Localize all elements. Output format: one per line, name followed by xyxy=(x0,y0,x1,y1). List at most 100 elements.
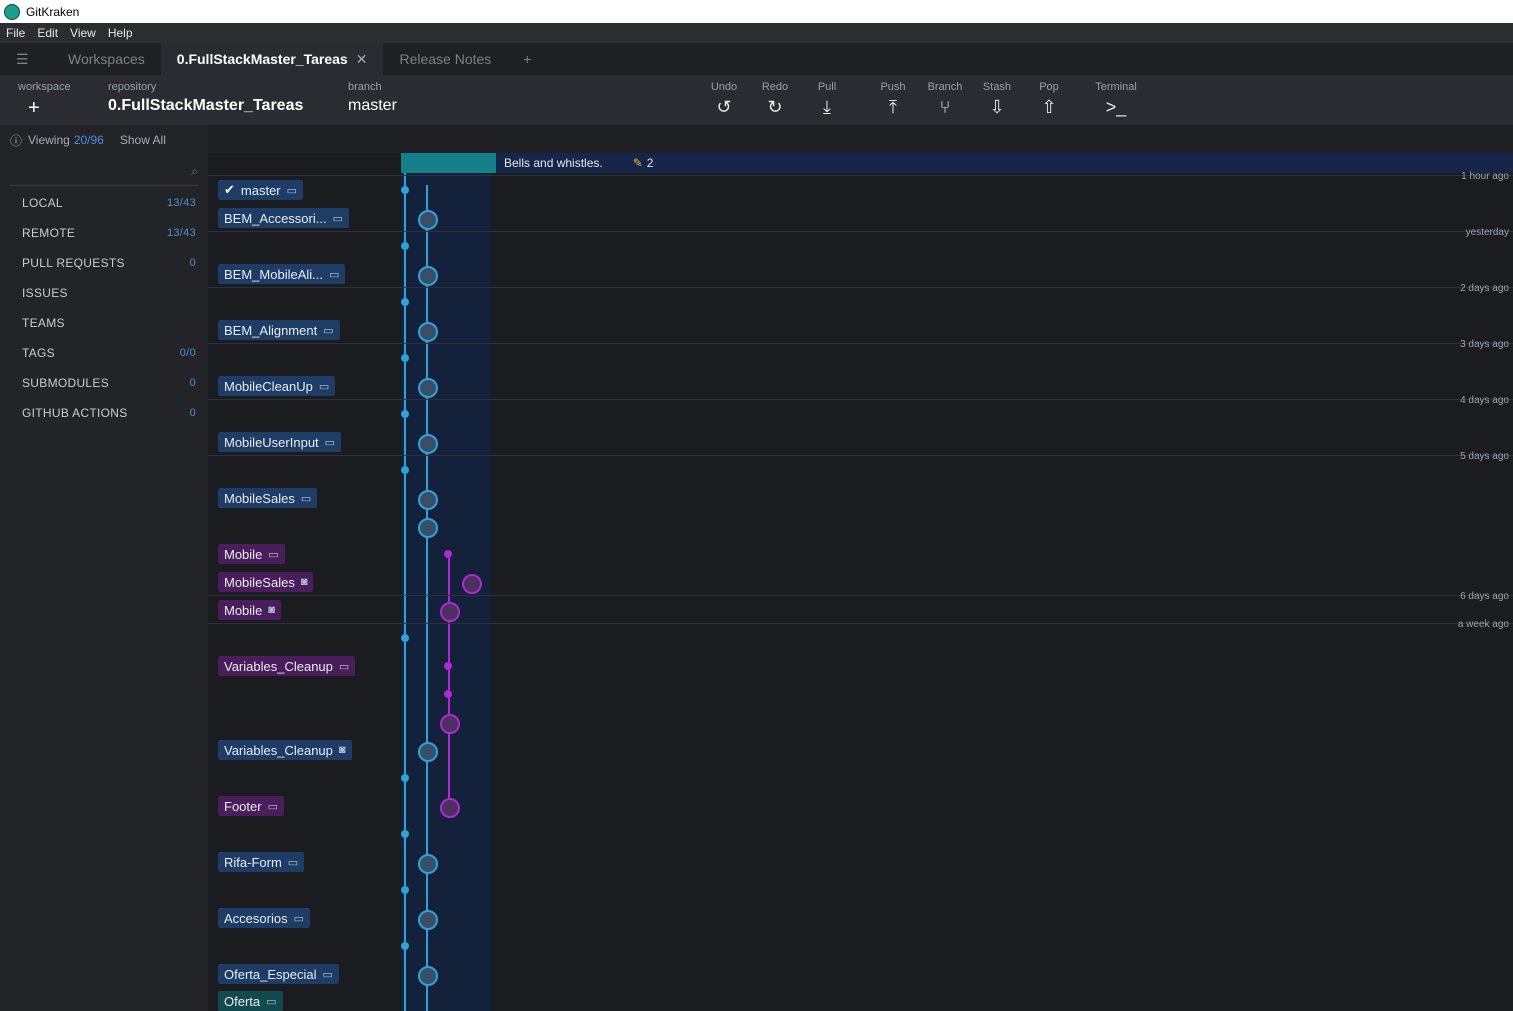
tab-menu-icon[interactable]: ☰ xyxy=(0,43,52,75)
branch-label[interactable]: MobileUserInput ▭ xyxy=(218,432,342,452)
merge-dot[interactable] xyxy=(444,662,452,670)
new-tab-icon[interactable]: + xyxy=(507,43,547,75)
branch-name: master xyxy=(240,182,281,198)
commit-node[interactable] xyxy=(418,378,438,398)
sidebar-filter[interactable]: ⌕ xyxy=(10,157,198,186)
sidebar-section-issues[interactable]: ISSUES xyxy=(0,278,208,308)
branch-label[interactable]: BEM_MobileAli... ▭ xyxy=(218,264,346,284)
show-all-link[interactable]: Show All xyxy=(120,133,166,147)
terminal-label: Terminal xyxy=(1095,81,1137,93)
commit-node[interactable] xyxy=(418,210,438,230)
tab-repo[interactable]: 0.FullStackMaster_Tareas ✕ xyxy=(160,43,384,75)
commit-node[interactable] xyxy=(440,714,460,734)
branch-label[interactable]: Variables_Cleanup ◙ xyxy=(218,740,352,760)
sidebar-section-local[interactable]: LOCAL 13/43 xyxy=(0,188,208,218)
viewing-count: 20/96 xyxy=(73,133,104,147)
merge-dot[interactable] xyxy=(401,942,409,950)
merge-dot[interactable] xyxy=(444,550,452,558)
branch-label: branch xyxy=(348,81,382,93)
redo-icon: ↻ xyxy=(767,97,783,117)
sidebar-section-tags[interactable]: TAGS 0/0 xyxy=(0,338,208,368)
stash-button[interactable]: Stash ⇩ xyxy=(975,81,1019,118)
branch-name: MobileCleanUp xyxy=(224,378,313,394)
merge-dot[interactable] xyxy=(401,774,409,782)
commit-node[interactable] xyxy=(418,266,438,286)
sidebar-section-remote[interactable]: REMOTE 13/43 xyxy=(0,218,208,248)
laptop-icon: ▭ xyxy=(268,548,279,561)
menu-view[interactable]: View xyxy=(64,26,102,40)
branch-label[interactable]: Accesorios ▭ xyxy=(218,908,310,928)
merge-dot[interactable] xyxy=(401,298,409,306)
commit-node[interactable] xyxy=(462,574,482,594)
merge-dot[interactable] xyxy=(401,830,409,838)
commit-node[interactable] xyxy=(418,966,438,986)
commit-node[interactable] xyxy=(418,518,438,538)
merge-dot[interactable] xyxy=(444,690,452,698)
day-separator xyxy=(208,343,1513,344)
merge-dot[interactable] xyxy=(401,242,409,250)
repository-selector[interactable]: 0.FullStackMaster_Tareas xyxy=(108,97,303,115)
commit-node[interactable] xyxy=(440,798,460,818)
merge-dot[interactable] xyxy=(401,354,409,362)
branch-label[interactable]: Mobile ◙ xyxy=(218,600,281,620)
terminal-icon: >_ xyxy=(1105,97,1127,117)
merge-dot[interactable] xyxy=(401,634,409,642)
menu-bar: File Edit View Help xyxy=(0,23,1513,43)
branch-label[interactable]: Variables_Cleanup ▭ xyxy=(218,656,356,676)
branch-label[interactable]: Footer ▭ xyxy=(218,796,284,816)
laptop-icon: ▭ xyxy=(324,436,336,449)
branch-label-master[interactable]: ✔ master ▭ xyxy=(218,180,304,200)
pop-button[interactable]: Pop ⇧ xyxy=(1027,81,1071,118)
search-icon: ⌕ xyxy=(191,163,198,178)
tab-release-notes[interactable]: Release Notes xyxy=(383,43,507,75)
terminal-button[interactable]: Terminal >_ xyxy=(1086,81,1146,118)
sidebar-section-teams[interactable]: TEAMS xyxy=(0,308,208,338)
sidebar-section-pull-requests[interactable]: PULL REQUESTS 0 xyxy=(0,248,208,278)
branch-button[interactable]: Branch ⑂ xyxy=(923,81,967,118)
branch-label[interactable]: BEM_Alignment ▭ xyxy=(218,320,340,340)
sidebar-section-submodules[interactable]: SUBMODULES 0 xyxy=(0,368,208,398)
wip-message: Bells and whistles. xyxy=(504,156,603,170)
branch-label[interactable]: MobileSales ▭ xyxy=(218,488,318,508)
push-button[interactable]: Push ⤒ xyxy=(871,81,915,118)
laptop-icon: ▭ xyxy=(323,324,334,337)
merge-dot[interactable] xyxy=(401,886,409,894)
commit-node[interactable] xyxy=(418,742,438,762)
graph-header xyxy=(208,125,1513,153)
close-icon[interactable]: ✕ xyxy=(356,51,368,68)
branch-label[interactable]: Oferta_Especial ▭ xyxy=(218,964,339,984)
time-label: a week ago xyxy=(1457,619,1509,630)
section-count: 13/43 xyxy=(166,227,196,239)
menu-edit[interactable]: Edit xyxy=(31,26,64,40)
title-bar: GitKraken xyxy=(0,0,1513,23)
undo-button[interactable]: Undo ↺ xyxy=(702,81,746,118)
laptop-icon: ▭ xyxy=(322,968,333,981)
sidebar-section-github-actions[interactable]: GITHUB ACTIONS 0 xyxy=(0,398,208,428)
merge-dot[interactable] xyxy=(401,410,409,418)
commit-node[interactable] xyxy=(418,490,438,510)
commit-node[interactable] xyxy=(418,910,438,930)
menu-help[interactable]: Help xyxy=(102,26,139,40)
branch-selector[interactable]: master xyxy=(348,97,397,115)
commit-node[interactable] xyxy=(418,854,438,874)
add-icon[interactable]: + xyxy=(28,97,40,120)
commit-node[interactable] xyxy=(440,602,460,622)
pull-button[interactable]: Pull ⤓ xyxy=(805,81,849,118)
redo-button[interactable]: Redo ↻ xyxy=(753,81,797,118)
branch-label[interactable]: MobileSales ◙ xyxy=(218,572,314,592)
branch-name: Oferta xyxy=(224,993,261,1009)
branch-label[interactable]: Mobile ▭ xyxy=(218,544,285,564)
merge-dot[interactable] xyxy=(401,186,409,194)
commit-node[interactable] xyxy=(418,322,438,342)
branch-label[interactable]: Oferta ▭ xyxy=(218,991,283,1011)
branch-name: Rifa-Form xyxy=(224,854,282,870)
wip-row[interactable]: Bells and whistles. ✎ 2 xyxy=(401,153,1513,173)
merge-dot[interactable] xyxy=(401,466,409,474)
branch-label[interactable]: Rifa-Form ▭ xyxy=(218,852,305,872)
menu-file[interactable]: File xyxy=(0,26,31,40)
branch-label[interactable]: BEM_Accessori... ▭ xyxy=(218,208,349,228)
tab-workspaces[interactable]: Workspaces xyxy=(52,43,161,75)
tab-label: Release Notes xyxy=(399,51,492,67)
commit-node[interactable] xyxy=(418,434,438,454)
branch-label[interactable]: MobileCleanUp ▭ xyxy=(218,376,336,396)
